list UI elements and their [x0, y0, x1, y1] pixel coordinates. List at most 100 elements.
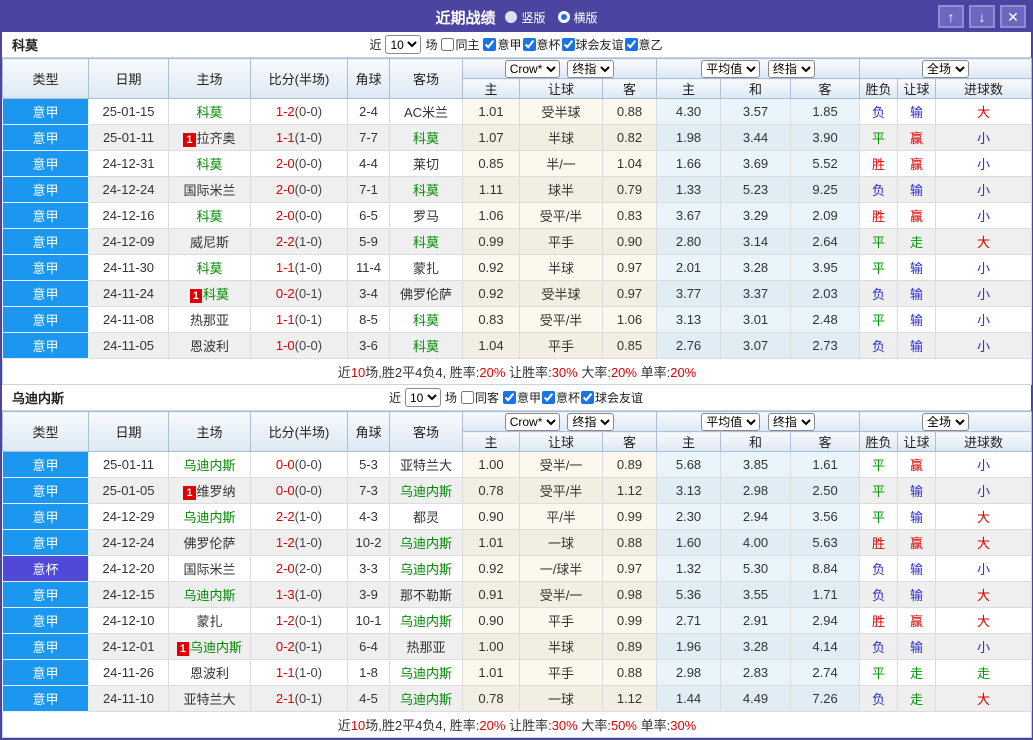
- date-cell: 24-12-15: [88, 581, 169, 608]
- scope-select[interactable]: 全场: [922, 59, 970, 78]
- radio-horizontal-layout[interactable]: 横版: [557, 9, 598, 26]
- result-cell: 输: [897, 633, 937, 660]
- avg-source-select[interactable]: 平均值: [701, 59, 761, 78]
- league-label: 球会友谊: [575, 38, 624, 52]
- corner-cell: 2-4: [347, 98, 390, 125]
- away-team-cell: 科莫: [389, 176, 463, 203]
- table-row: 意甲 25-01-05 1 维罗纳 0-0(0-0) 7-3 乌迪内斯 0.78 受平/半 1.1…: [2, 477, 1033, 504]
- league-filter[interactable]: 意甲: [503, 389, 541, 406]
- score-cell: 1-1(1-0): [250, 254, 348, 281]
- score-cell: 1-1(1-0): [250, 659, 348, 686]
- odds-kind-select[interactable]: 终指: [567, 412, 615, 431]
- col-odds-home: 主: [462, 78, 520, 99]
- close-button[interactable]: ✕: [1000, 5, 1026, 28]
- away-team-cell: 乌迪内斯: [389, 659, 463, 686]
- corner-cell: 7-3: [347, 477, 390, 504]
- col-goals-result: 进球数: [935, 431, 1033, 452]
- odds-kind-select[interactable]: 终指: [567, 59, 615, 78]
- odds-cell: 受半球: [519, 280, 603, 307]
- odds-cell: 半球: [519, 254, 603, 281]
- avg-odds-cell: 3.01: [720, 306, 792, 333]
- avg-odds-cell: 2.94: [790, 607, 861, 634]
- odds-cell: 0.99: [601, 607, 658, 634]
- avg-kind-select[interactable]: 终指: [767, 59, 815, 78]
- away-team-cell: AC米兰: [389, 98, 463, 125]
- result-cell: 平: [859, 228, 899, 255]
- league-checkbox[interactable]: [542, 391, 556, 404]
- score-cell: 0-0(0-0): [250, 477, 348, 504]
- result-cell: 负: [859, 555, 899, 582]
- league-checkbox[interactable]: [581, 391, 595, 404]
- table-row: 意甲 24-11-24 1 科莫 0-2(0-1) 3-4 佛罗伦萨 0.92 受半球 0.97 3…: [2, 280, 1033, 307]
- odds-cell: 0.82: [601, 124, 658, 151]
- score-cell: 1-1(0-1): [250, 306, 348, 333]
- odds-cell: 球半: [519, 176, 603, 203]
- scope-select[interactable]: 全场: [922, 412, 970, 431]
- match-type-cell: 意甲: [2, 607, 89, 634]
- recent-count-select[interactable]: 10: [404, 388, 441, 407]
- result-cell: 赢: [897, 202, 937, 229]
- league-filter[interactable]: 意甲: [483, 36, 522, 53]
- result-cell: 大: [935, 98, 1033, 125]
- result-cell: 大: [935, 503, 1033, 530]
- col-corner: 角球: [347, 411, 390, 452]
- odds-source-select[interactable]: Crow*: [504, 59, 560, 78]
- result-cell: 赢: [897, 607, 937, 634]
- score-cell: 2-0(2-0): [250, 555, 348, 582]
- odds-cell: 0.91: [462, 581, 520, 608]
- same-venue-filter[interactable]: 同主: [441, 36, 479, 53]
- result-cell: 平: [859, 124, 899, 151]
- league-filter[interactable]: 意乙: [624, 36, 663, 53]
- avg-source-select[interactable]: 平均值: [701, 412, 761, 431]
- avg-odds-cell: 5.68: [656, 451, 722, 478]
- league-filter[interactable]: 球会友谊: [561, 36, 624, 53]
- avg-odds-cell: 2.50: [790, 477, 861, 504]
- result-cell: 平: [859, 306, 899, 333]
- result-cell: 小: [935, 280, 1033, 307]
- section-header: 乌迪内斯 近 10 场 同客 意甲 意杯 球会友谊: [2, 385, 1031, 411]
- league-label: 意甲: [517, 391, 542, 405]
- match-type-cell: 意甲: [2, 503, 89, 530]
- radio-circle-icon[interactable]: [505, 11, 518, 23]
- league-checkbox[interactable]: [503, 391, 516, 404]
- same-venue-checkbox[interactable]: [441, 38, 455, 51]
- team-section-como: 科莫 近 10 场 同主 意甲 意杯 球会友谊 意乙 类型 日期 主场 比分(半…: [1, 32, 1033, 385]
- result-cell: 输: [897, 503, 937, 530]
- away-team-cell: 罗马: [389, 202, 463, 229]
- league-filter[interactable]: 球会友谊: [581, 389, 643, 406]
- same-venue-filter[interactable]: 同客: [460, 389, 499, 406]
- league-checkbox[interactable]: [624, 38, 638, 51]
- table-row: 意甲 24-12-31 科莫 2-0(0-0) 4-4 莱切 0.85 半/一 1.04 1.66…: [2, 150, 1033, 177]
- odds-source-select[interactable]: Crow*: [504, 412, 560, 431]
- odds-cell: 一/球半: [519, 555, 603, 582]
- league-filter[interactable]: 意杯: [542, 389, 580, 406]
- odds-cell: 受平/半: [519, 202, 603, 229]
- move-down-button[interactable]: ↓: [969, 5, 995, 28]
- away-team-cell: 科莫: [389, 124, 463, 151]
- radio-vertical-layout[interactable]: 竖版: [505, 9, 546, 26]
- league-checkbox[interactable]: [561, 38, 575, 51]
- league-filter[interactable]: 意杯: [522, 36, 561, 53]
- radio-selected-icon[interactable]: [557, 11, 570, 23]
- avg-odds-cell: 4.00: [720, 529, 792, 556]
- move-up-button[interactable]: ↑: [938, 5, 964, 28]
- avg-odds-cell: 3.07: [720, 332, 792, 359]
- match-type-cell: 意杯: [2, 555, 89, 582]
- avg-odds-cell: 8.84: [790, 555, 861, 582]
- page-title: 近期战绩: [435, 9, 496, 27]
- same-venue-checkbox[interactable]: [460, 391, 474, 404]
- recent-count-select[interactable]: 10: [385, 35, 422, 54]
- avg-odds-cell: 3.69: [720, 150, 792, 177]
- league-checkbox[interactable]: [522, 38, 536, 51]
- league-checkbox[interactable]: [483, 38, 497, 51]
- result-cell: 小: [935, 202, 1033, 229]
- avg-kind-select[interactable]: 终指: [767, 412, 815, 431]
- avg-odds-cell: 1.98: [656, 124, 722, 151]
- score-cell: 2-0(0-0): [250, 202, 348, 229]
- odds-cell: 1.00: [462, 633, 520, 660]
- score-cell: 0-2(0-1): [250, 280, 348, 307]
- col-result: 胜负: [859, 78, 899, 99]
- avg-odds-cell: 2.80: [656, 228, 722, 255]
- result-cell: 平: [859, 503, 899, 530]
- league-label: 意杯: [536, 38, 561, 52]
